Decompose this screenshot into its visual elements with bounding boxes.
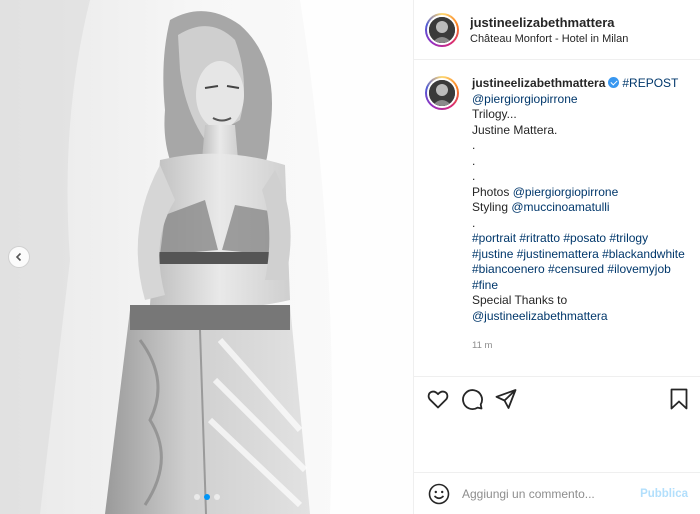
carousel-dot <box>193 494 200 500</box>
comment-button[interactable] <box>460 387 484 411</box>
share-button[interactable] <box>494 387 518 411</box>
avatar-image <box>429 80 455 106</box>
caption-prefix: Photos <box>472 184 513 199</box>
publish-button[interactable]: Pubblica <box>640 488 688 500</box>
comment-input[interactable] <box>462 486 632 501</box>
heart-icon <box>427 390 449 409</box>
carousel-dot <box>213 494 220 500</box>
mention-link[interactable]: @justineelizabethmattera <box>472 309 608 323</box>
hashtag-link[interactable]: #fine <box>472 278 498 292</box>
post-username[interactable]: justineelizabethmattera <box>470 15 695 30</box>
mention-link[interactable]: @piergiorgiopirrone <box>513 185 619 199</box>
post-location[interactable]: Château Monfort - Hotel in Milan <box>470 33 695 45</box>
post-caption: justineelizabethmattera #REPOST @piergior… <box>425 76 694 354</box>
caption-line: Special Thanks to <box>472 293 568 307</box>
post-photo[interactable] <box>0 0 413 514</box>
add-comment-bar: Pubblica <box>414 472 700 514</box>
like-button[interactable] <box>426 387 450 411</box>
caption-line: . <box>472 153 476 168</box>
post-timestamp[interactable]: 11 m <box>472 338 685 354</box>
post-image <box>0 0 413 514</box>
caption-prefix: Styling <box>472 200 512 214</box>
share-icon <box>495 389 517 409</box>
post-header: justineelizabethmattera Château Monfort … <box>414 0 700 60</box>
hashtag-link[interactable]: #justine #justinemattera #blackandwhite <box>472 247 685 261</box>
save-button[interactable] <box>667 387 691 411</box>
emoji-button[interactable] <box>428 483 450 505</box>
emoji-icon <box>428 483 450 504</box>
chevron-left-icon <box>15 252 22 262</box>
comment-icon <box>462 389 483 410</box>
post-actions <box>414 376 700 420</box>
hashtag-link[interactable]: #REPOST <box>622 76 678 90</box>
avatar-image <box>429 16 455 43</box>
caption-avatar[interactable] <box>425 76 459 110</box>
caption-text: justineelizabethmattera #REPOST @piergior… <box>472 76 685 354</box>
caption-line: . <box>472 169 476 183</box>
post-side-panel: justineelizabethmattera Château Monfort … <box>413 0 700 514</box>
avatar[interactable] <box>425 12 459 47</box>
caption-line: . <box>472 215 476 230</box>
post-header-text: justineelizabethmattera Château Monfort … <box>470 15 695 45</box>
mention-link[interactable]: @muccinoamatulli <box>511 200 609 214</box>
carousel-indicator <box>0 494 413 500</box>
caption-line: . <box>472 138 476 152</box>
hashtag-link[interactable]: #portrait #ritratto #posato #trilogy <box>472 231 648 245</box>
caption-line: Trilogy... <box>472 107 517 121</box>
bookmark-icon <box>670 388 688 410</box>
carousel-dot-active <box>203 494 210 500</box>
caption-username[interactable]: justineelizabethmattera <box>472 76 605 90</box>
caption-line: Justine Mattera. <box>472 122 558 137</box>
mention-link[interactable]: @piergiorgiopirrone <box>472 92 578 106</box>
hashtag-link[interactable]: #biancoenero #censured #ilovemyjob <box>472 262 671 276</box>
previous-image-button[interactable] <box>8 246 30 268</box>
verified-badge-icon <box>608 77 620 88</box>
